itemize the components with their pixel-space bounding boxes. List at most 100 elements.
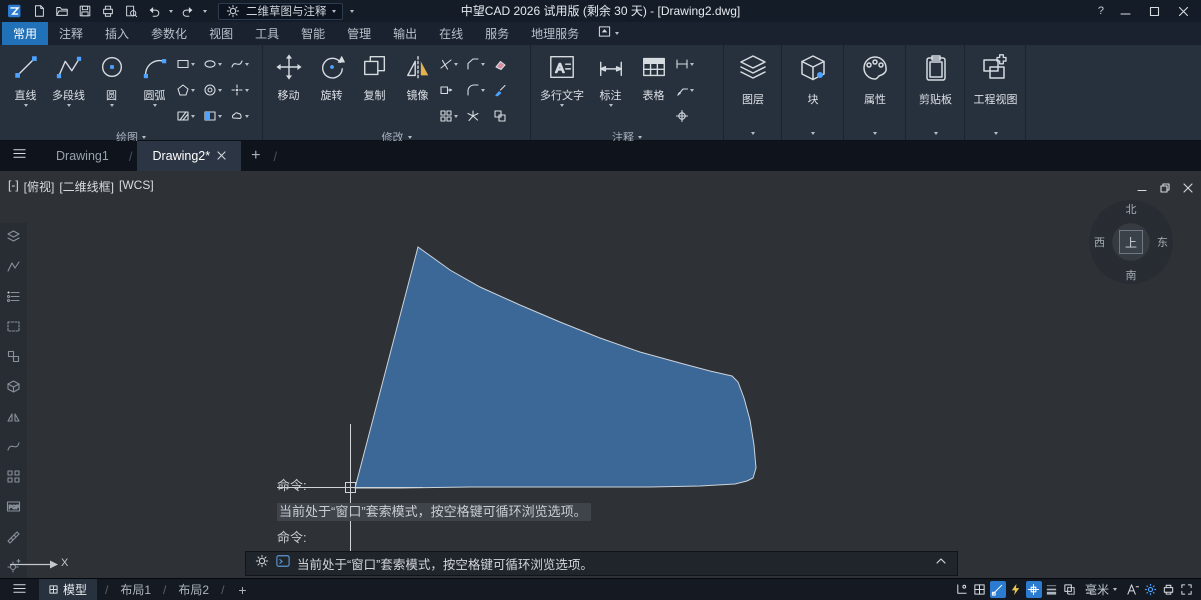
doc-tab-drawing1[interactable]: Drawing1 bbox=[41, 141, 124, 171]
panel-engineering-views-caret-icon[interactable] bbox=[994, 132, 998, 135]
constraint-toggle-icon[interactable] bbox=[954, 581, 970, 598]
layout1-tab[interactable]: 布局1 bbox=[116, 581, 155, 598]
offset-button[interactable] bbox=[493, 103, 520, 129]
gradient-button[interactable] bbox=[203, 103, 230, 129]
polyline-caret-icon[interactable] bbox=[67, 104, 71, 107]
open-file-icon[interactable] bbox=[54, 3, 70, 19]
tab-smart[interactable]: 智能 bbox=[290, 22, 336, 45]
circle-caret-icon[interactable] bbox=[110, 104, 114, 107]
line-caret-icon[interactable] bbox=[24, 104, 28, 107]
save-icon[interactable] bbox=[77, 3, 93, 19]
dynamic-input-toggle-icon[interactable] bbox=[1008, 581, 1024, 598]
ellipse-button[interactable] bbox=[203, 51, 230, 77]
help-icon[interactable]: ? bbox=[1098, 5, 1104, 17]
panel-clipboard-caret-icon[interactable] bbox=[934, 132, 938, 135]
doc-minimize-icon[interactable] bbox=[1137, 180, 1147, 198]
compass-east-label[interactable]: 东 bbox=[1157, 234, 1168, 250]
tab-service[interactable]: 服务 bbox=[474, 22, 520, 45]
workspace-selector[interactable]: 二维草图与注释 bbox=[218, 3, 343, 20]
status-menu-icon[interactable] bbox=[4, 581, 35, 599]
compass-top-face[interactable]: 上 bbox=[1119, 230, 1143, 254]
tab-insert[interactable]: 插入 bbox=[94, 22, 140, 45]
polygon-button[interactable] bbox=[176, 77, 203, 103]
explode-button[interactable] bbox=[466, 103, 493, 129]
doc-tab-drawing2[interactable]: Drawing2* bbox=[137, 141, 241, 171]
close-icon[interactable] bbox=[1175, 3, 1191, 19]
rotate-button[interactable]: 旋转 bbox=[310, 49, 353, 103]
panel-engineering-views[interactable]: 工程视图 bbox=[965, 45, 1026, 140]
tab-view[interactable]: 视图 bbox=[198, 22, 244, 45]
donut-button[interactable] bbox=[203, 77, 230, 103]
plot-preview-icon[interactable] bbox=[123, 3, 139, 19]
grid-toggle-icon[interactable] bbox=[972, 581, 988, 598]
move-button[interactable]: 移动 bbox=[267, 49, 310, 103]
stretch-button[interactable] bbox=[439, 77, 466, 103]
tab-annotate[interactable]: 注释 bbox=[48, 22, 94, 45]
mirror-button[interactable]: 镜像 bbox=[396, 49, 439, 103]
viewport-visual-style-control[interactable]: [二维线框] bbox=[59, 178, 114, 195]
drawing-canvas-svg[interactable] bbox=[0, 171, 1201, 578]
plot-monitor-icon[interactable] bbox=[1160, 581, 1176, 598]
panel-properties-caret-icon[interactable] bbox=[873, 132, 877, 135]
viewport-wcs-control[interactable]: [WCS] bbox=[119, 178, 154, 195]
command-prompt-text[interactable]: 当前处于“窗口”套索模式，按空格键可循环浏览选项。 bbox=[297, 554, 593, 573]
drawing-area[interactable]: [-] [俯视] [二维线框] [WCS] PGP bbox=[0, 171, 1201, 578]
rectangle-button[interactable] bbox=[176, 51, 203, 77]
panel-layer[interactable]: 图层 bbox=[724, 45, 782, 140]
redo-icon[interactable] bbox=[180, 3, 196, 19]
table-button[interactable]: 表格 bbox=[632, 49, 675, 103]
transparency-toggle-icon[interactable] bbox=[1062, 581, 1078, 598]
minimize-icon[interactable] bbox=[1117, 3, 1133, 19]
tab-output[interactable]: 输出 bbox=[382, 22, 428, 45]
match-properties-button[interactable] bbox=[493, 77, 520, 103]
maximize-icon[interactable] bbox=[1146, 3, 1162, 19]
command-settings-gear-icon[interactable] bbox=[255, 554, 269, 573]
point-button[interactable] bbox=[230, 77, 257, 103]
tab-manage[interactable]: 管理 bbox=[336, 22, 382, 45]
viewport-view-control[interactable]: [俯视] bbox=[24, 178, 55, 195]
doc-menu-icon[interactable] bbox=[0, 146, 39, 166]
model-tab[interactable]: 模型 bbox=[39, 579, 97, 600]
centerline-button[interactable] bbox=[675, 103, 701, 129]
viewport-menu-control[interactable]: [-] bbox=[8, 178, 19, 195]
panel-block-caret-icon[interactable] bbox=[811, 132, 815, 135]
undo-icon[interactable] bbox=[146, 3, 162, 19]
layout2-tab[interactable]: 布局2 bbox=[174, 581, 213, 598]
dimension-caret-icon[interactable] bbox=[609, 104, 613, 107]
fullscreen-toggle-icon[interactable] bbox=[1178, 581, 1194, 598]
new-tab-button[interactable]: + bbox=[243, 147, 268, 165]
tab-close-icon[interactable] bbox=[217, 149, 226, 163]
doc-restore-icon[interactable] bbox=[1160, 180, 1170, 198]
circle-button[interactable]: 圆 bbox=[90, 49, 133, 107]
array-button[interactable] bbox=[439, 103, 466, 129]
mtext-caret-icon[interactable] bbox=[560, 104, 564, 107]
undo-caret-icon[interactable] bbox=[169, 10, 173, 13]
panel-properties[interactable]: 属性 bbox=[844, 45, 906, 140]
annotation-visibility-toggle-icon[interactable] bbox=[1124, 581, 1140, 598]
polyline-button[interactable]: 多段线 bbox=[47, 49, 90, 107]
arc-button[interactable]: 圆弧 bbox=[133, 49, 176, 107]
new-file-icon[interactable] bbox=[31, 3, 47, 19]
spline-button[interactable] bbox=[230, 51, 257, 77]
redo-caret-icon[interactable] bbox=[203, 10, 207, 13]
ortho-toggle-icon[interactable] bbox=[990, 581, 1006, 598]
tab-home[interactable]: 常用 bbox=[2, 22, 48, 45]
units-selector[interactable]: 毫米 bbox=[1080, 581, 1122, 598]
arc-caret-icon[interactable] bbox=[153, 104, 157, 107]
revcloud-button[interactable] bbox=[230, 103, 257, 129]
mtext-button[interactable]: A 多行文字 bbox=[535, 49, 589, 107]
tab-geoservice[interactable]: 地理服务 bbox=[520, 22, 590, 45]
tab-online[interactable]: 在线 bbox=[428, 22, 474, 45]
panel-clipboard[interactable]: 剪贴板 bbox=[906, 45, 965, 140]
view-compass[interactable]: 北 西 东 南 上 bbox=[1089, 200, 1173, 284]
leader-button[interactable] bbox=[675, 77, 701, 103]
quick-access-caret-icon[interactable] bbox=[350, 10, 354, 13]
ribbon-display-caret-icon[interactable] bbox=[615, 32, 619, 35]
doc-close-icon[interactable] bbox=[1183, 180, 1193, 198]
compass-north-label[interactable]: 北 bbox=[1126, 201, 1137, 217]
object-snap-toggle-icon[interactable] bbox=[1026, 581, 1042, 598]
command-bar[interactable]: 当前处于“窗口”套索模式，按空格键可循环浏览选项。 bbox=[245, 551, 958, 576]
fillet-button[interactable] bbox=[466, 77, 493, 103]
tab-parametric[interactable]: 参数化 bbox=[140, 22, 198, 45]
print-icon[interactable] bbox=[100, 3, 116, 19]
